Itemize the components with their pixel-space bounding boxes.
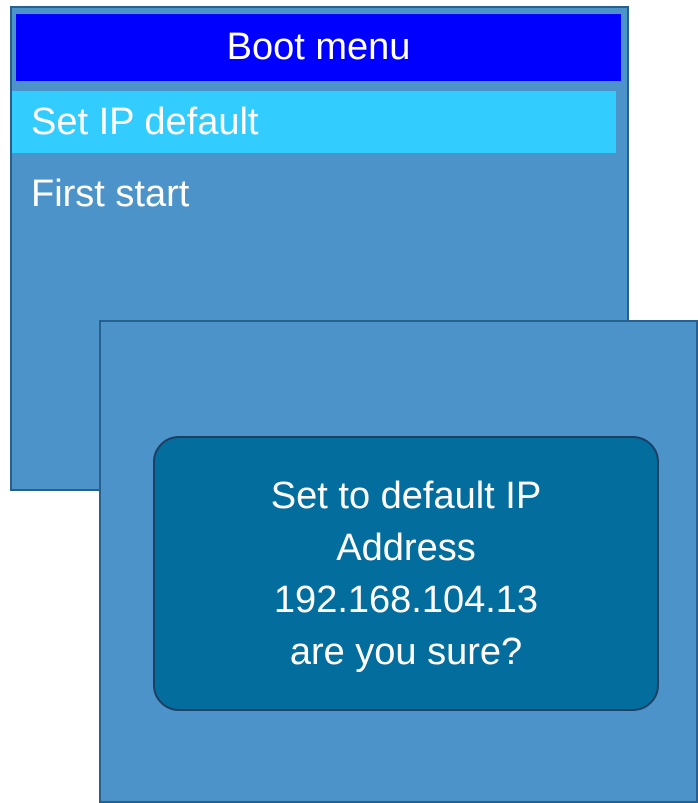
confirm-dialog-panel: Set to default IP Address 192.168.104.13… [99,320,698,803]
confirm-dialog-box: Set to default IP Address 192.168.104.13… [153,436,659,711]
dialog-confirm-question: are you sure? [289,630,523,673]
menu-item-first-start[interactable]: First start [12,163,616,225]
dialog-ip-address: 192.168.104.13 [273,578,539,621]
menu-item-set-ip-default[interactable]: Set IP default [12,91,616,153]
boot-menu-title: Boot menu [16,14,621,81]
screen: Boot menu Set IP default First start Set… [0,0,698,803]
dialog-message-line-1: Set to default IP [270,474,542,517]
dialog-message-line-2: Address [336,526,476,569]
